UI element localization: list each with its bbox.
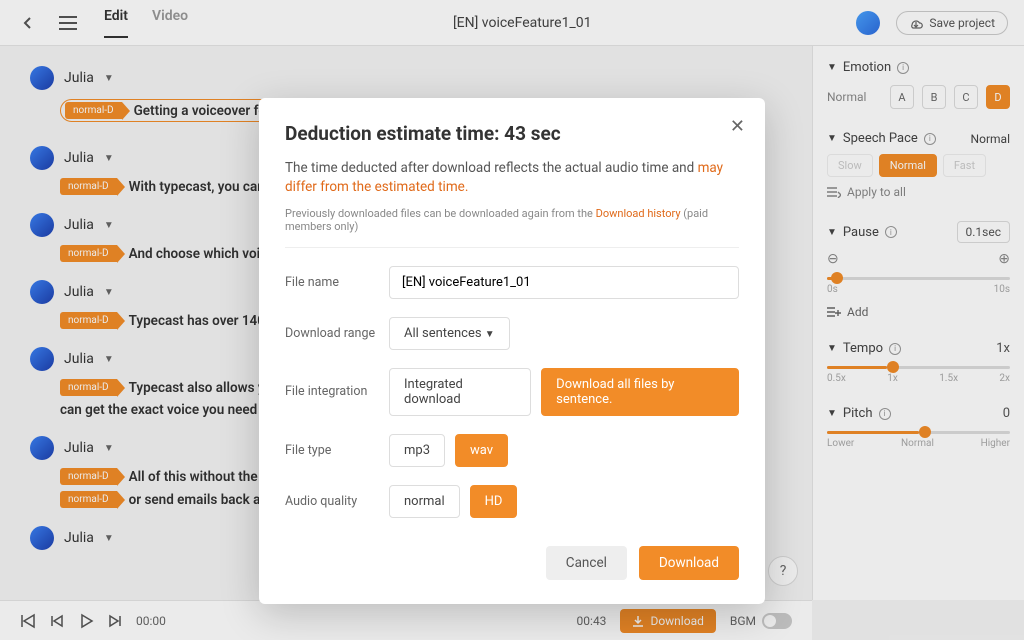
modal-overlay: ✕ Deduction estimate time: 43 sec The ti… — [0, 0, 1024, 640]
download-modal: ✕ Deduction estimate time: 43 sec The ti… — [259, 98, 765, 604]
desc-text: The time deducted after download reflect… — [285, 160, 698, 176]
quality-hd-button[interactable]: HD — [470, 485, 518, 518]
cancel-button[interactable]: Cancel — [546, 546, 627, 580]
integrated-download-button[interactable]: Integrated download — [389, 368, 531, 416]
filetype-mp3-button[interactable]: mp3 — [389, 434, 445, 467]
modal-subtext: Previously downloaded files can be downl… — [285, 207, 739, 248]
filetype-label: File type — [285, 443, 389, 458]
quality-label: Audio quality — [285, 494, 389, 509]
filename-label: File name — [285, 275, 389, 290]
range-label: Download range — [285, 326, 389, 341]
sub-pre: Previously downloaded files can be downl… — [285, 207, 596, 220]
filename-input[interactable] — [389, 266, 739, 299]
chevron-down-icon: ▼ — [485, 329, 495, 340]
range-select[interactable]: All sentences ▼ — [389, 317, 510, 350]
modal-title: Deduction estimate time: 43 sec — [285, 122, 739, 145]
download-by-sentence-button[interactable]: Download all files by sentence. — [541, 368, 739, 416]
filetype-wav-button[interactable]: wav — [455, 434, 508, 467]
modal-description: The time deducted after download reflect… — [285, 159, 739, 197]
close-icon[interactable]: ✕ — [730, 116, 745, 137]
quality-normal-button[interactable]: normal — [389, 485, 460, 518]
download-history-link[interactable]: Download history — [596, 207, 681, 220]
integration-label: File integration — [285, 384, 389, 399]
confirm-download-button[interactable]: Download — [639, 546, 739, 580]
range-value: All sentences — [404, 326, 482, 341]
